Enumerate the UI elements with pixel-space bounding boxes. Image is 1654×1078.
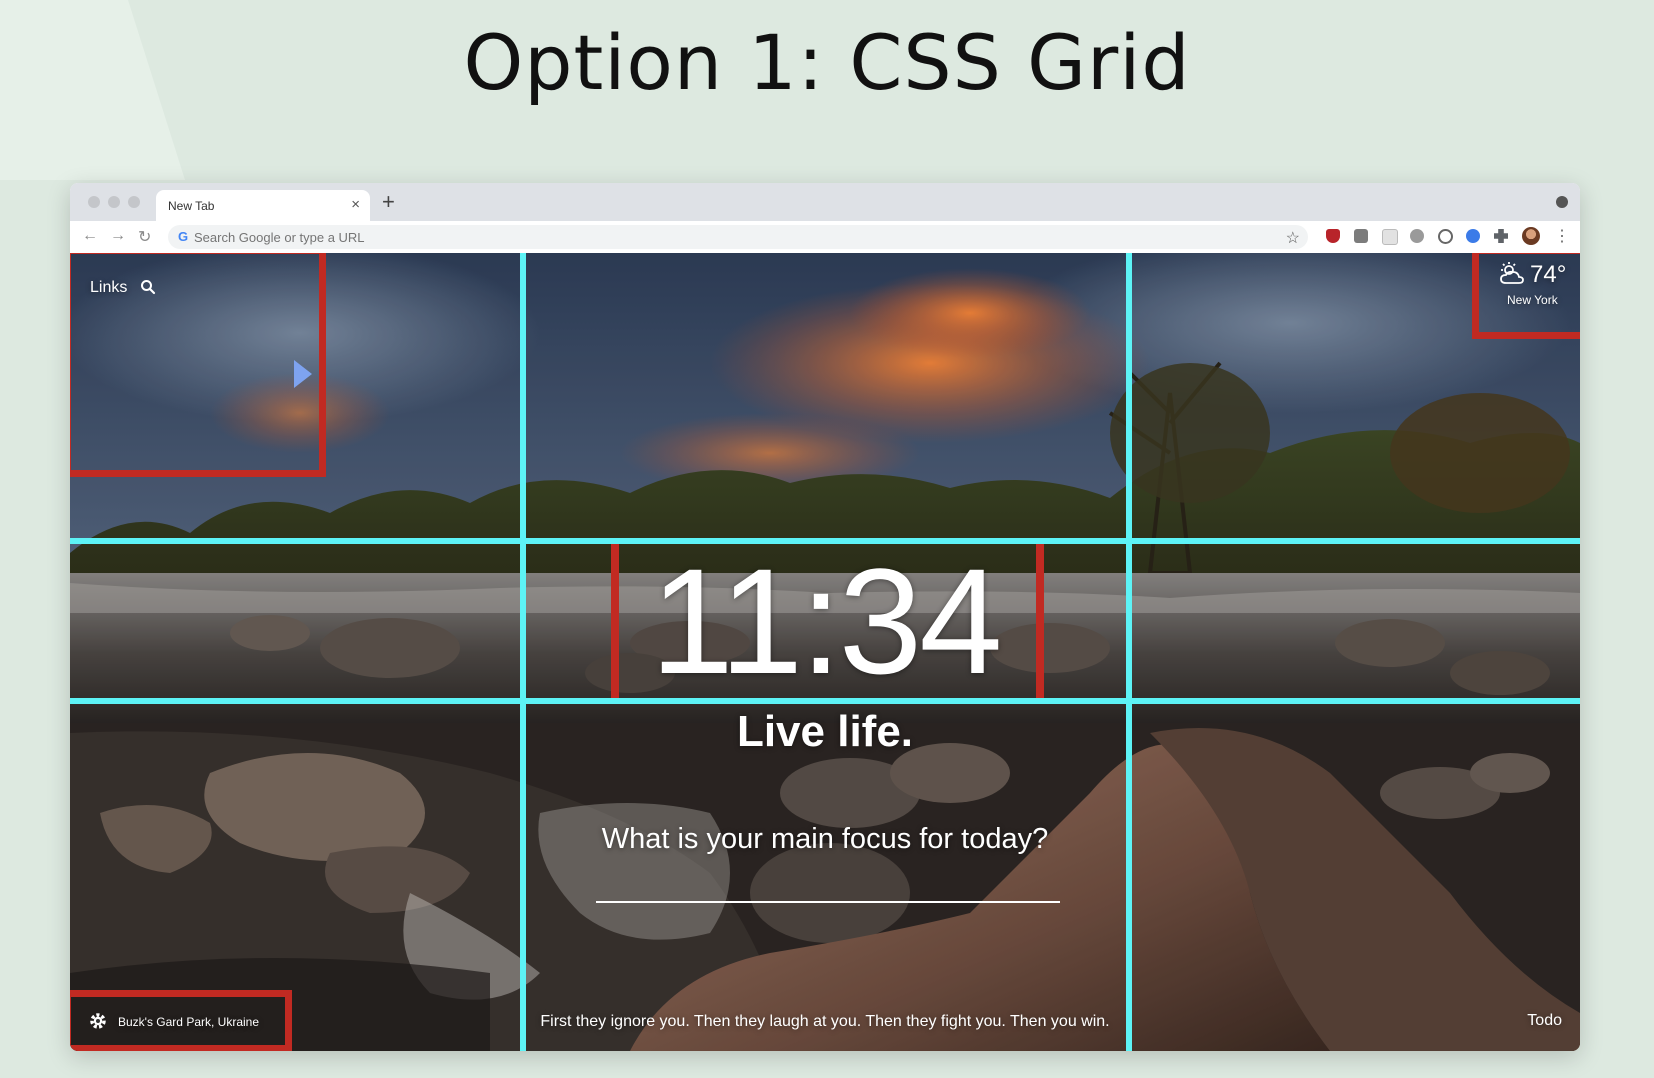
grid-line-vertical: [1126, 253, 1132, 1051]
clock: 11:34: [650, 537, 1002, 705]
slide-title: Option 1: CSS Grid: [463, 18, 1191, 107]
maximize-window-button[interactable]: [128, 196, 140, 208]
todo-button[interactable]: Todo: [1527, 1012, 1562, 1030]
puzzle-extensions-icon[interactable]: [1494, 229, 1508, 243]
google-icon: G: [178, 229, 189, 244]
check-extension-icon[interactable]: [1438, 229, 1453, 244]
tab-title: New Tab: [168, 199, 215, 213]
focus-question: What is your main focus for today?: [601, 823, 1049, 855]
address-input[interactable]: [194, 225, 1274, 249]
tab-search-icon[interactable]: [1556, 196, 1568, 208]
extension-icon[interactable]: [1410, 229, 1424, 243]
browser-toolbar: ← → ↻ G ☆ ⋮: [70, 221, 1580, 253]
browser-menu-icon[interactable]: ⋮: [1554, 226, 1570, 246]
highlight-box-bottom-left: [70, 990, 292, 1051]
forward-button[interactable]: →: [110, 227, 126, 245]
mantra-text: Live life.: [736, 707, 914, 756]
tab-close-icon[interactable]: ×: [351, 196, 360, 213]
quote-text: First they ignore you. Then they laugh a…: [540, 1013, 1110, 1030]
highlight-box-top-right: [1472, 253, 1580, 339]
tab-new-tab[interactable]: New Tab ×: [156, 190, 370, 221]
close-window-button[interactable]: [88, 196, 100, 208]
grid-line-horizontal: [70, 698, 1580, 704]
extension-icon[interactable]: [1382, 229, 1398, 245]
ublock-extension-icon[interactable]: [1326, 229, 1340, 243]
password-extension-icon[interactable]: [1466, 229, 1480, 243]
highlight-bar-right: [1036, 544, 1044, 698]
new-tab-button[interactable]: +: [382, 189, 395, 215]
back-button[interactable]: ←: [82, 227, 98, 245]
grid-line-horizontal: [70, 538, 1580, 544]
browser-window: New Tab × + ← → ↻ G ☆ ⋮: [70, 183, 1580, 1051]
reload-button[interactable]: ↻: [138, 227, 151, 247]
bookmark-star-icon[interactable]: ☆: [1286, 228, 1300, 248]
tab-bar: New Tab × +: [70, 183, 1580, 221]
highlight-box-top-left: [70, 253, 326, 477]
momentum-new-tab-page: Links 74° New York 11:34 Live life. What…: [70, 253, 1580, 1051]
focus-input[interactable]: [596, 859, 1060, 903]
extension-icon[interactable]: [1354, 229, 1368, 243]
minimize-window-button[interactable]: [108, 196, 120, 208]
profile-avatar[interactable]: [1522, 227, 1540, 245]
grid-line-vertical: [520, 253, 526, 1051]
highlight-bar-left: [611, 544, 619, 698]
address-bar[interactable]: G ☆: [168, 225, 1308, 249]
